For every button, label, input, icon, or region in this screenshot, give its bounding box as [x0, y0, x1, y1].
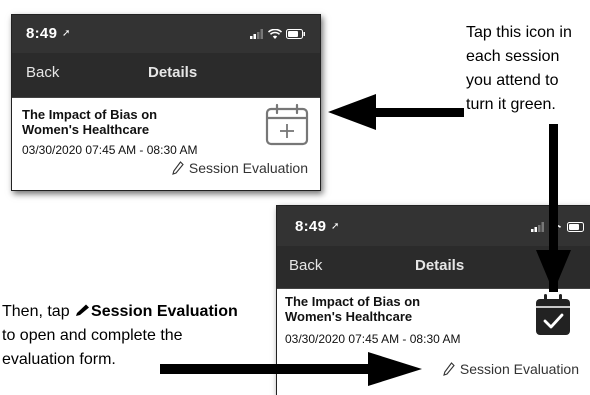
instruction-left-bold: Session Evaluation [91, 303, 238, 320]
status-icons [531, 220, 587, 234]
session-evaluation-label: Session Evaluation [188, 160, 308, 176]
instruction-right-line-2: each session [466, 48, 560, 65]
back-button[interactable]: Back [289, 257, 322, 274]
session-title: The Impact of Bias on Women's Healthcare [285, 294, 505, 324]
instruction-left-line-1: Then, tap Session Evaluation [2, 300, 264, 324]
nav-title: Details [415, 257, 465, 274]
session-title: The Impact of Bias on Women's Healthcare [22, 107, 242, 137]
signal-icon [531, 222, 544, 232]
session-time: 03/30/2020 07:45 AM - 08:30 AM [22, 143, 198, 157]
battery-icon [567, 222, 584, 232]
session-time: 03/30/2020 07:45 AM - 08:30 AM [285, 332, 461, 346]
calendar-add-icon[interactable] [264, 103, 310, 147]
instruction-tap-icon: Tap this icon in each session you attend… [466, 21, 590, 117]
pencil-icon [443, 362, 455, 376]
session-evaluation-link[interactable]: Session Evaluation [172, 160, 308, 176]
signal-icon [250, 29, 263, 39]
pencil-icon [172, 161, 184, 175]
session-title-line-1: The Impact of Bias on [22, 107, 158, 122]
back-button[interactable]: Back [26, 64, 59, 81]
location-arrow-icon: ➚ [331, 221, 340, 232]
battery-icon [286, 29, 305, 39]
status-time: 8:49 [295, 218, 327, 235]
status-bar: 8:49 ➚ [12, 15, 320, 53]
status-bar: 8:49 ➚ [277, 206, 590, 246]
wifi-icon [550, 224, 562, 232]
instruction-right-line-1: Tap this icon in [466, 24, 572, 41]
instruction-left-line-3: evaluation form. [2, 351, 116, 368]
session-evaluation-link[interactable]: Session Evaluation [443, 361, 579, 377]
status-icons [250, 27, 306, 41]
session-title-line-2: Women's Healthcare [22, 122, 150, 137]
pencil-icon [76, 304, 90, 316]
wifi-icon [268, 28, 282, 39]
instruction-left-line-2: to open and complete the [2, 327, 183, 344]
session-evaluation-label: Session Evaluation [459, 361, 579, 377]
arrow-to-add-icon [328, 94, 464, 130]
session-title-line-1: The Impact of Bias on [285, 294, 421, 309]
instruction-right-line-4: turn it green. [466, 96, 556, 113]
nav-title: Details [148, 64, 198, 81]
status-time: 8:49 [26, 25, 58, 42]
screenshot-session-details-2: 8:49 ➚ Back Details The Impact of Bias o… [276, 205, 590, 395]
nav-bar: Back Details [12, 53, 320, 98]
session-title-line-2: Women's Healthcare [285, 309, 413, 324]
location-arrow-icon: ➚ [62, 28, 71, 39]
instruction-right-line-3: you attend to [466, 72, 559, 89]
calendar-check-icon[interactable] [535, 294, 571, 336]
instruction-session-evaluation: Then, tap Session Evaluation to open and… [2, 300, 264, 372]
instruction-left-prefix: Then, tap [2, 303, 75, 320]
nav-bar: Back Details [277, 246, 590, 289]
screenshot-session-details-1: 8:49 ➚ Back Details The Impact of Bias o… [11, 14, 321, 191]
